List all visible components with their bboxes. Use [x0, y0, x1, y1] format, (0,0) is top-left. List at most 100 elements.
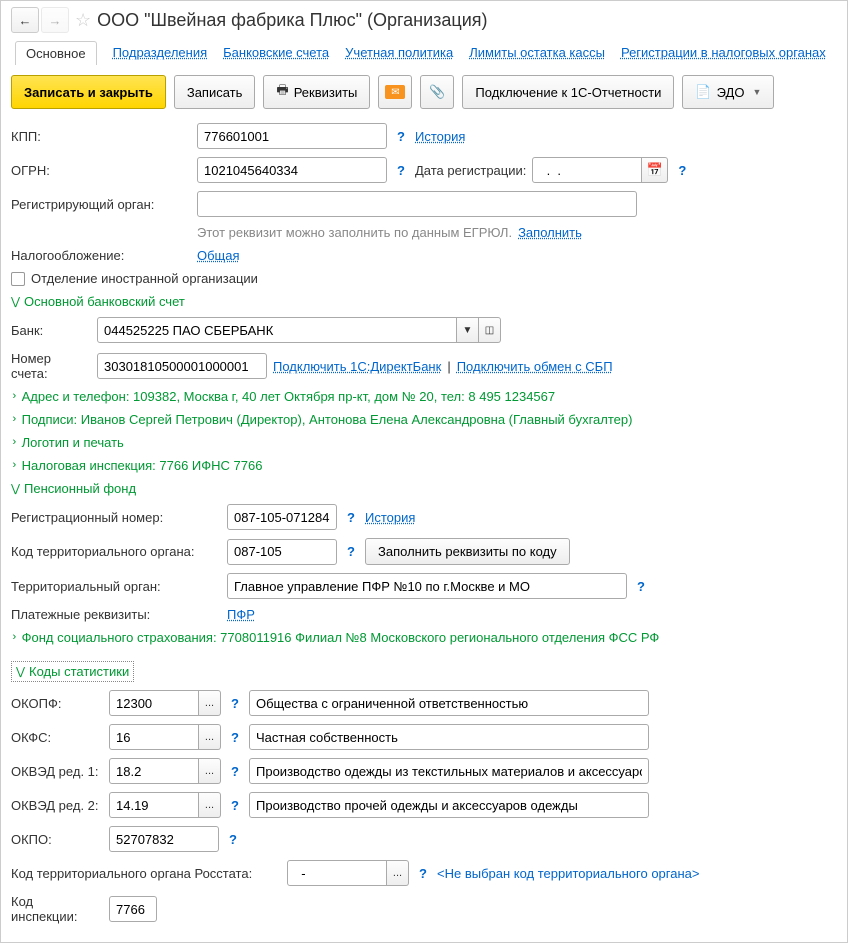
reg-date-input[interactable]: [532, 157, 642, 183]
pension-history-link[interactable]: История: [365, 510, 415, 525]
taxation-label: Налогообложение:: [11, 248, 191, 263]
section-address[interactable]: ›Адрес и телефон: 109382, Москва г, 40 л…: [11, 389, 837, 404]
okfs-code-input[interactable]: [109, 724, 199, 750]
okved2-help[interactable]: ?: [227, 798, 243, 813]
ogrn-help[interactable]: ?: [393, 163, 409, 178]
tab-main[interactable]: Основное: [15, 41, 97, 65]
okved2-label: ОКВЭД ред. 2:: [11, 798, 103, 813]
clip-icon: [429, 84, 445, 100]
section-pension-fund[interactable]: ⋁Пенсионный фонд: [11, 481, 837, 496]
tab-divisions[interactable]: Подразделения: [113, 41, 208, 65]
requisites-button[interactable]: Реквизиты: [263, 75, 370, 109]
kpp-history-link[interactable]: История: [415, 129, 465, 144]
reg-date-label: Дата регистрации:: [415, 163, 526, 178]
chevron-down-icon: ⋁: [11, 295, 20, 309]
edo-button[interactable]: ЭДО▼: [682, 75, 774, 109]
reg-hint: Этот реквизит можно заполнить по данным …: [197, 225, 512, 240]
mail-button[interactable]: ✉: [378, 75, 412, 109]
kpp-label: КПП:: [11, 129, 191, 144]
okopf-label: ОКОПФ:: [11, 696, 103, 711]
okfs-name-input[interactable]: [249, 724, 649, 750]
section-logo[interactable]: ›Логотип и печать: [11, 435, 837, 450]
okved2-name-input[interactable]: [249, 792, 649, 818]
inspection-code-label: Код инспекции:: [11, 894, 103, 924]
bank-dropdown-button[interactable]: ▼: [457, 317, 479, 343]
pension-regnum-label: Регистрационный номер:: [11, 510, 221, 525]
nav-back-button[interactable]: ←: [11, 7, 39, 33]
section-social-insurance[interactable]: ›Фонд социального страхования: 770801191…: [11, 630, 837, 645]
chevron-down-icon: ⋁: [11, 482, 20, 496]
pension-regnum-input[interactable]: [227, 504, 337, 530]
kpp-help[interactable]: ?: [393, 129, 409, 144]
chevron-right-icon: ›: [11, 391, 18, 403]
tab-cash-limits[interactable]: Лимиты остатка кассы: [469, 41, 605, 65]
tab-accounting-policy[interactable]: Учетная политика: [345, 41, 453, 65]
rosstat-code-label: Код территориального органа Росстата:: [11, 866, 281, 881]
ogrn-input[interactable]: [197, 157, 387, 183]
reg-date-help[interactable]: ?: [674, 163, 690, 178]
directbank-link[interactable]: Подключить 1С:ДиректБанк: [273, 359, 441, 374]
chevron-down-icon: ▼: [752, 87, 761, 97]
fill-by-code-button[interactable]: Заполнить реквизиты по коду: [365, 538, 570, 565]
rosstat-help[interactable]: ?: [415, 866, 431, 881]
pension-regnum-help[interactable]: ?: [343, 510, 359, 525]
territory-org-label: Территориальный орган:: [11, 579, 221, 594]
section-bank-account[interactable]: ⋁Основной банковский счет: [11, 294, 837, 309]
calendar-button[interactable]: 📅: [642, 157, 668, 183]
territory-org-help[interactable]: ?: [633, 579, 649, 594]
okved1-help[interactable]: ?: [227, 764, 243, 779]
account-input[interactable]: [97, 353, 267, 379]
pfr-link[interactable]: ПФР: [227, 607, 255, 622]
okved1-lookup-button[interactable]: ...: [199, 758, 221, 784]
foreign-branch-checkbox[interactable]: [11, 272, 25, 286]
reg-org-input[interactable]: [197, 191, 637, 217]
mail-icon: ✉: [385, 85, 405, 99]
okpo-help[interactable]: ?: [225, 832, 241, 847]
okpo-label: ОКПО:: [11, 832, 103, 847]
okved1-code-input[interactable]: [109, 758, 199, 784]
tab-tax-registrations[interactable]: Регистрации в налоговых органах: [621, 41, 826, 65]
favorite-star-icon[interactable]: ☆: [75, 10, 91, 31]
sbp-link[interactable]: Подключить обмен с СБП: [457, 359, 613, 374]
section-stat-codes[interactable]: ⋁Коды статистики: [11, 661, 134, 682]
okpo-input[interactable]: [109, 826, 219, 852]
territory-org-input[interactable]: [227, 573, 627, 599]
connect-1c-button[interactable]: Подключение к 1С-Отчетности: [462, 75, 674, 109]
calendar-icon: 📅: [647, 162, 663, 178]
territory-code-input[interactable]: [227, 539, 337, 565]
bank-input[interactable]: [97, 317, 457, 343]
okved2-code-input[interactable]: [109, 792, 199, 818]
section-signatures[interactable]: ›Подписи: Иванов Сергей Петрович (Директ…: [11, 412, 837, 427]
kpp-input[interactable]: [197, 123, 387, 149]
chevron-right-icon: ›: [11, 632, 18, 644]
inspection-code-input[interactable]: [109, 896, 157, 922]
okopf-code-input[interactable]: [109, 690, 199, 716]
payment-label: Платежные реквизиты:: [11, 607, 221, 622]
print-icon: [276, 81, 288, 103]
tab-bank-accounts[interactable]: Банковские счета: [223, 41, 329, 65]
tab-bar: Основное Подразделения Банковские счета …: [11, 41, 837, 65]
rosstat-lookup-button[interactable]: ...: [387, 860, 409, 886]
territory-code-help[interactable]: ?: [343, 544, 359, 559]
okfs-help[interactable]: ?: [227, 730, 243, 745]
attach-button[interactable]: [420, 75, 454, 109]
doc-icon: [695, 84, 711, 100]
save-and-close-button[interactable]: Записать и закрыть: [11, 75, 166, 109]
chevron-right-icon: ›: [11, 414, 18, 426]
okfs-lookup-button[interactable]: ...: [199, 724, 221, 750]
nav-forward-button[interactable]: →: [41, 7, 69, 33]
account-label: Номер счета:: [11, 351, 91, 381]
reg-org-label: Регистрирующий орган:: [11, 197, 191, 212]
taxation-link[interactable]: Общая: [197, 248, 240, 263]
okfs-label: ОКФС:: [11, 730, 103, 745]
okopf-help[interactable]: ?: [227, 696, 243, 711]
rosstat-code-input[interactable]: [287, 860, 387, 886]
bank-open-button[interactable]: ◫: [479, 317, 501, 343]
okved1-name-input[interactable]: [249, 758, 649, 784]
okved2-lookup-button[interactable]: ...: [199, 792, 221, 818]
okopf-lookup-button[interactable]: ...: [199, 690, 221, 716]
okopf-name-input[interactable]: [249, 690, 649, 716]
section-tax-inspection[interactable]: ›Налоговая инспекция: 7766 ИФНС 7766: [11, 458, 837, 473]
fill-link[interactable]: Заполнить: [518, 225, 582, 240]
save-button[interactable]: Записать: [174, 75, 256, 109]
